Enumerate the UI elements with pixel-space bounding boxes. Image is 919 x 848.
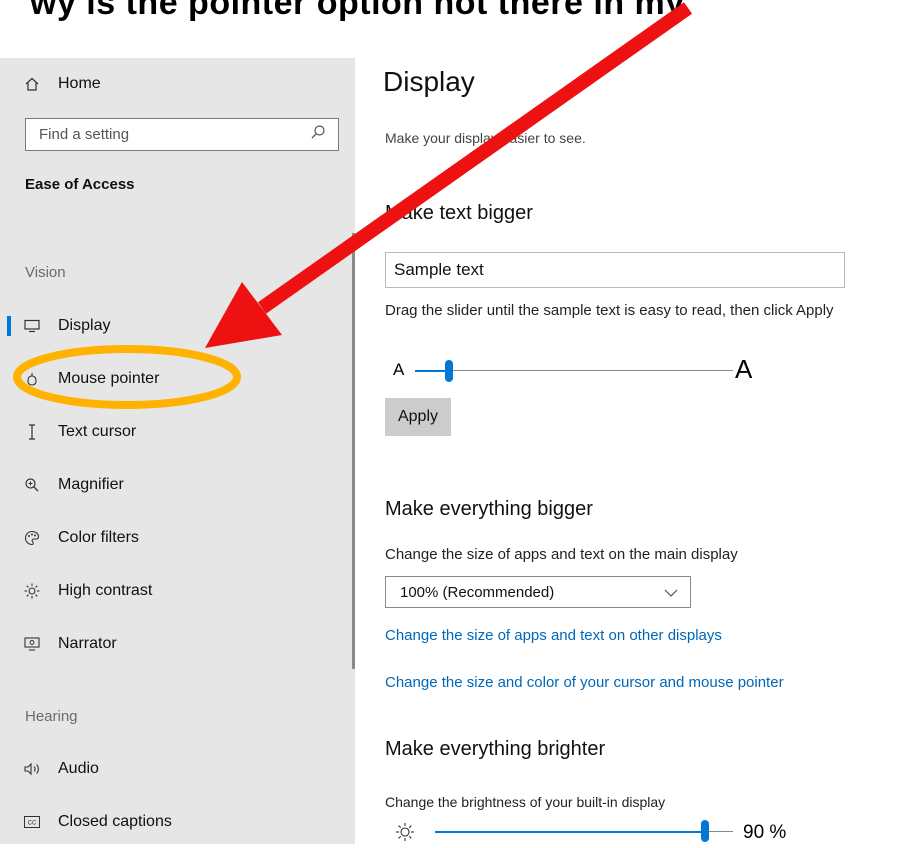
slider-max-label: A — [735, 354, 753, 384]
text-size-slider[interactable] — [415, 354, 733, 386]
magnifier-icon — [22, 477, 42, 493]
search-icon[interactable] — [310, 124, 330, 145]
monitor-icon — [22, 319, 42, 333]
sample-text-box: Sample text — [385, 252, 845, 288]
sidebar-item-home[interactable]: Home — [0, 64, 350, 104]
sidebar-item-color-filters[interactable]: Color filters — [0, 518, 350, 558]
sidebar-item-label: Closed captions — [58, 813, 172, 830]
sidebar-item-label: Narrator — [58, 635, 117, 652]
brightness-slider-fill — [435, 831, 703, 833]
page-title: Display — [383, 66, 475, 97]
slider-thumb[interactable] — [445, 360, 453, 382]
sidebar-item-label: Magnifier — [58, 476, 124, 493]
mouse-pointer-icon — [22, 372, 42, 386]
slider-fill — [415, 370, 449, 372]
sidebar-item-label: Home — [58, 75, 101, 92]
search-box[interactable] — [25, 118, 339, 151]
sidebar-item-high-contrast[interactable]: High contrast — [0, 571, 350, 611]
group-label-vision: Vision — [25, 264, 66, 281]
text-cursor-icon — [22, 424, 42, 440]
cc-icon: CC — [22, 816, 42, 828]
sidebar-item-label: Mouse pointer — [58, 370, 160, 387]
sidebar-item-magnifier[interactable]: Magnifier — [0, 465, 350, 505]
sidebar-item-display[interactable]: Display — [0, 306, 350, 346]
speaker-icon — [22, 761, 42, 777]
scale-dropdown-value: 100% (Recommended) — [400, 583, 555, 601]
text-size-slider-row: A A — [385, 354, 765, 386]
sidebar-item-closed-captions[interactable]: CC Closed captions — [0, 802, 350, 842]
group-label-hearing: Hearing — [25, 708, 78, 725]
palette-icon — [22, 530, 42, 546]
sidebar-item-mouse-pointer[interactable]: Mouse pointer — [0, 359, 350, 399]
sidebar-item-label: High contrast — [58, 582, 153, 599]
slider-track — [449, 370, 733, 371]
everything-bigger-description: Change the size of apps and text on the … — [385, 546, 738, 563]
everything-bigger-heading: Make everything bigger — [385, 498, 593, 520]
screenshot-caption: wy is the pointer option not there in my — [30, 0, 685, 22]
sidebar-item-label: Audio — [58, 760, 99, 777]
link-other-displays[interactable]: Change the size of apps and text on othe… — [385, 627, 722, 644]
apply-button[interactable]: Apply — [385, 398, 451, 436]
brightness-slider[interactable] — [435, 816, 755, 848]
scale-dropdown[interactable]: 100% (Recommended) — [385, 576, 691, 608]
brightness-sun-icon — [395, 822, 415, 847]
sidebar-item-label: Color filters — [58, 529, 139, 546]
brighter-heading: Make everything brighter — [385, 738, 606, 760]
sidebar-item-label: Text cursor — [58, 423, 137, 440]
narrator-icon — [22, 636, 42, 652]
page-subtitle: Make your display easier to see. — [385, 130, 586, 146]
settings-sidebar: Home Ease of Access Vision Display Mouse… — [0, 58, 355, 844]
brightness-value: 90 % — [743, 822, 787, 843]
link-cursor-settings[interactable]: Change the size and color of your cursor… — [385, 674, 784, 691]
text-bigger-instructions: Drag the slider until the sample text is… — [385, 302, 834, 319]
chevron-down-icon — [664, 584, 678, 601]
svg-text:CC: CC — [28, 821, 37, 827]
home-icon — [22, 76, 42, 92]
sidebar-item-label: Display — [58, 317, 111, 334]
sun-icon — [22, 583, 42, 599]
section-title: Ease of Access — [25, 176, 135, 193]
sidebar-item-text-cursor[interactable]: Text cursor — [0, 412, 350, 452]
search-input[interactable] — [37, 125, 310, 144]
text-bigger-heading: Make text bigger — [385, 202, 533, 224]
sidebar-item-narrator[interactable]: Narrator — [0, 624, 350, 664]
brighter-description: Change the brightness of your built-in d… — [385, 794, 666, 810]
slider-min-label: A — [393, 360, 405, 379]
sidebar-scrollbar[interactable] — [352, 233, 355, 669]
brightness-slider-row: 90 % — [385, 816, 805, 848]
brightness-slider-thumb[interactable] — [701, 820, 709, 842]
sidebar-item-audio[interactable]: Audio — [0, 749, 350, 789]
